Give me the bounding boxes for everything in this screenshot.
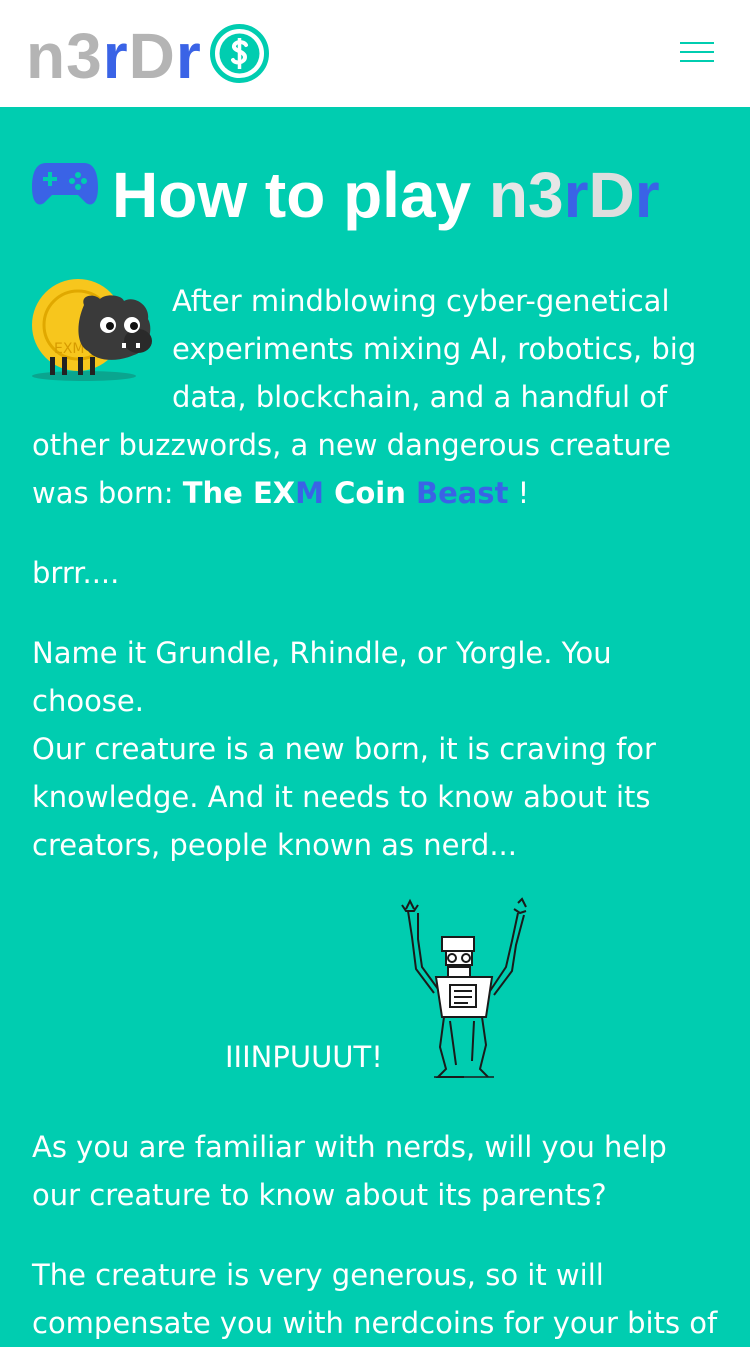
- top-navbar: n3rDr: [0, 0, 750, 107]
- logo[interactable]: n3rDr: [26, 20, 202, 92]
- intro-paragraph: EXM After mindblowing cyber-genetical ex…: [32, 277, 718, 517]
- robot-section: IIINPUUUT!: [32, 897, 718, 1087]
- generous-paragraph: The creature is very generous, so it wil…: [32, 1258, 718, 1340]
- input-shout-text: IIINPUUUT!: [225, 1040, 383, 1074]
- name-paragraph: Name it Grundle, Rhindle, or Yorgle. You…: [32, 629, 718, 869]
- svg-text:EXM: EXM: [54, 341, 85, 357]
- help-paragraph: As you are familiar with nerds, will you…: [32, 1130, 667, 1212]
- gamepad-icon: [32, 163, 98, 205]
- name-line: Name it Grundle, Rhindle, or Yorgle. You…: [32, 636, 612, 718]
- robot-image: [401, 897, 527, 1078]
- dollar-coin-icon: [210, 24, 269, 83]
- coin-beast-image: EXM: [32, 279, 152, 381]
- hamburger-menu-icon[interactable]: [680, 38, 716, 66]
- page-title: How to play n3rDr: [32, 157, 718, 237]
- brrr-text: brrr....: [32, 556, 120, 590]
- title-heading: How to play n3rDr: [112, 159, 660, 231]
- creature-line: Our creature is a new born, it is cravin…: [32, 732, 656, 862]
